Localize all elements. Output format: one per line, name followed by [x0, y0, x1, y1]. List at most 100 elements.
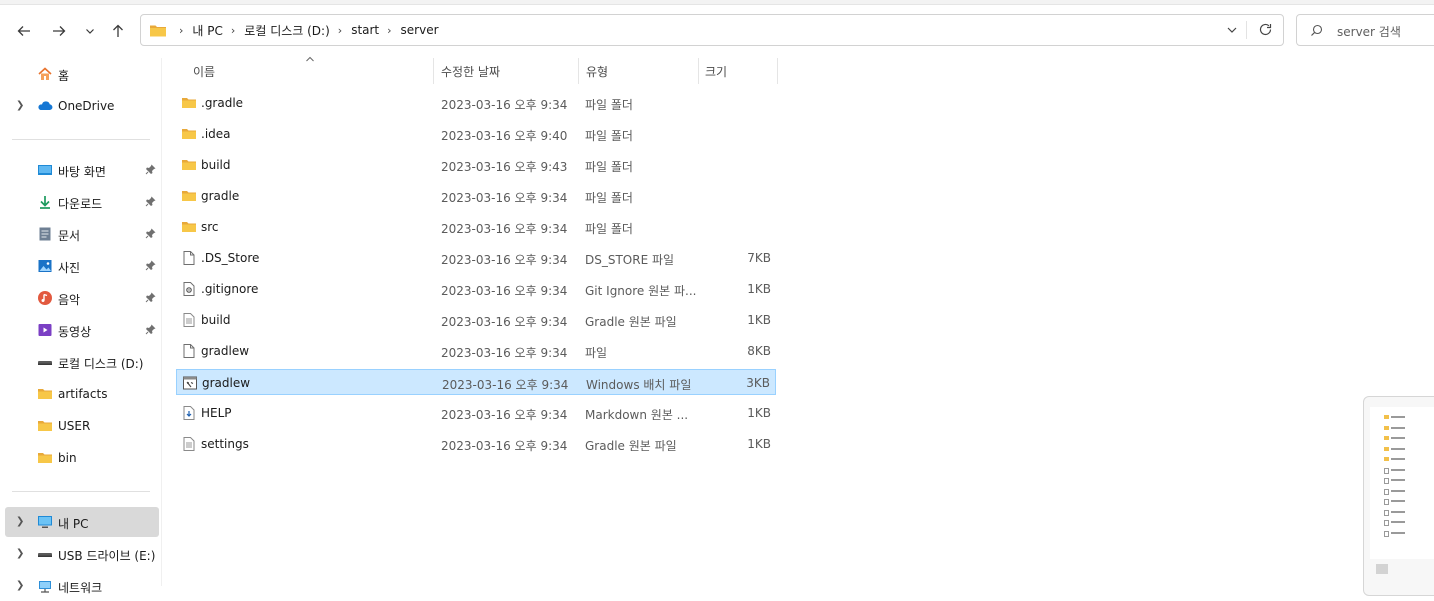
sidebar-item-user[interactable]: USER	[0, 411, 158, 441]
expand-chevron-icon[interactable]: ❯	[16, 548, 24, 559]
file-row[interactable]: HELP 2023-03-16 오후 9:34 Markdown 원본 ... 1KB	[176, 400, 776, 426]
drive-icon	[38, 361, 52, 365]
file-type: 파일 폴더	[585, 160, 633, 174]
sidebar-item-label: 문서	[58, 229, 81, 243]
sidebar-item-usb-drive[interactable]: ❯ USB 드라이브 (E:)	[0, 539, 158, 569]
file-row[interactable]: .gitignore 2023-03-16 오후 9:34 Git Ignore 원…	[176, 276, 776, 302]
sidebar-item-desktop[interactable]: 바탕 화면	[0, 155, 158, 185]
file-row[interactable]: .DS_Store 2023-03-16 오후 9:34 DS_STORE 파일 7K…	[176, 245, 776, 271]
file-name: src	[201, 220, 219, 234]
file-row[interactable]: settings 2023-03-16 오후 9:34 Gradle 원본 파일 1K…	[176, 431, 776, 457]
file-modified-date: 2023-03-16 오후 9:34	[441, 222, 568, 236]
breadcrumb-chevron-icon[interactable]: ›	[179, 24, 183, 37]
pin-icon[interactable]	[145, 259, 157, 271]
file-type: Windows 배치 파일	[586, 378, 692, 392]
column-header-date[interactable]: 수정한 날짜	[434, 58, 579, 84]
file-modified-date: 2023-03-16 오후 9:34	[441, 408, 568, 422]
thumbnail-content	[1370, 407, 1434, 574]
sidebar-item-local-disk[interactable]: 로컬 디스크 (D:)	[0, 347, 158, 377]
back-button[interactable]	[11, 18, 37, 44]
file-modified-date: 2023-03-16 오후 9:34	[441, 346, 568, 360]
thumbnail-file-icon	[1384, 467, 1389, 474]
sidebar-item-label: OneDrive	[58, 99, 115, 113]
file-row[interactable]: .idea 2023-03-16 오후 9:40 파일 폴더	[176, 121, 776, 147]
file-row[interactable]: build 2023-03-16 오후 9:34 Gradle 원본 파일 1KB	[176, 307, 776, 333]
up-button[interactable]	[105, 18, 131, 44]
sidebar-item-videos[interactable]: 동영상	[0, 315, 158, 345]
thumbnail-file-icon	[1384, 499, 1389, 505]
sidebar-item-artifacts[interactable]: artifacts	[0, 379, 158, 409]
file-type: 파일 폴더	[585, 129, 633, 143]
file-row[interactable]: gradlew 2023-03-16 오후 9:34 파일 8KB	[176, 338, 776, 364]
expand-chevron-icon[interactable]: ❯	[16, 100, 24, 111]
pin-icon[interactable]	[145, 195, 157, 207]
file-name: build	[201, 313, 231, 327]
address-bar[interactable]: › 내 PC › 로컬 디스크 (D:) › start › server	[140, 14, 1284, 46]
breadcrumb-item-start[interactable]: start	[351, 23, 379, 37]
expand-chevron-icon[interactable]: ❯	[16, 516, 24, 527]
file-row[interactable]: src 2023-03-16 오후 9:34 파일 폴더	[176, 214, 776, 240]
file-row[interactable]: .gradle 2023-03-16 오후 9:34 파일 폴더	[176, 90, 776, 116]
pin-icon[interactable]	[145, 291, 157, 303]
forward-button[interactable]	[46, 18, 72, 44]
file-modified-date: 2023-03-16 오후 9:40	[441, 129, 568, 143]
folder-icon	[182, 129, 196, 139]
file-name: .DS_Store	[201, 251, 260, 265]
sidebar-item-label: 바탕 화면	[58, 165, 106, 179]
cloud-icon	[38, 101, 53, 111]
refresh-icon[interactable]	[1258, 22, 1273, 37]
file-modified-date: 2023-03-16 오후 9:34	[441, 98, 568, 112]
column-header-type[interactable]: 유형	[579, 58, 699, 84]
column-resize-handle[interactable]	[777, 58, 778, 84]
arrow-right-icon	[53, 26, 66, 36]
file-modified-date: 2023-03-16 오후 9:34	[441, 315, 568, 329]
file-name: .idea	[201, 127, 231, 141]
file-modified-date: 2023-03-16 오후 9:34	[441, 439, 568, 453]
sidebar-item-label: 네트워크	[58, 581, 103, 595]
network-icon	[39, 581, 51, 593]
recent-locations-button[interactable]	[77, 18, 103, 44]
sidebar-item-documents[interactable]: 문서	[0, 219, 158, 249]
pane-divider	[161, 58, 162, 586]
sidebar-item-music[interactable]: 음악	[0, 283, 158, 313]
sidebar-item-network[interactable]: ❯ 네트워크	[0, 571, 158, 601]
search-input[interactable]: server 검색	[1296, 14, 1434, 46]
file-size: 3KB	[746, 376, 770, 390]
thumbnail-file-label	[1391, 447, 1405, 450]
thumbnail-file-icon	[1384, 509, 1389, 516]
breadcrumb-item-my-pc[interactable]: 내 PC	[192, 22, 222, 39]
address-history-chevron-icon[interactable]	[1225, 23, 1239, 37]
breadcrumb-item-local-disk[interactable]: 로컬 디스크 (D:)	[244, 22, 329, 39]
file-size: 8KB	[747, 344, 771, 358]
blank-file-icon	[183, 251, 195, 265]
file-row[interactable]: gradle 2023-03-16 오후 9:34 파일 폴더	[176, 183, 776, 209]
folder-icon	[38, 389, 52, 399]
sidebar-item-onedrive[interactable]: ❯ OneDrive	[0, 91, 158, 121]
file-type: 파일	[585, 346, 608, 360]
file-name: HELP	[201, 406, 232, 420]
pin-icon[interactable]	[145, 227, 157, 239]
file-row[interactable]: build 2023-03-16 오후 9:43 파일 폴더	[176, 152, 776, 178]
breadcrumb-chevron-icon[interactable]: ›	[387, 24, 391, 37]
column-header-size[interactable]: 크기	[699, 58, 778, 84]
window-thumbnail-preview[interactable]	[1363, 396, 1434, 596]
pin-icon[interactable]	[145, 323, 157, 335]
home-icon	[38, 67, 52, 80]
breadcrumb-chevron-icon[interactable]: ›	[231, 24, 235, 37]
column-header-label: 수정한 날짜	[441, 64, 501, 79]
file-modified-date: 2023-03-16 오후 9:34	[442, 378, 569, 392]
sidebar-item-my-pc[interactable]: ❯ 내 PC	[5, 507, 159, 537]
file-name: gradlew	[201, 344, 250, 358]
file-row[interactable]: gradlew 2023-03-16 오후 9:34 Windows 배치 파일 3K…	[176, 369, 776, 395]
folder-icon	[182, 222, 196, 232]
sidebar-item-downloads[interactable]: 다운로드	[0, 187, 158, 217]
blank-file-icon	[183, 344, 195, 358]
sidebar-item-bin[interactable]: bin	[0, 443, 158, 473]
folder-icon	[38, 421, 52, 431]
sidebar-item-home[interactable]: 홈	[0, 59, 158, 89]
breadcrumb-item-server[interactable]: server	[401, 23, 439, 37]
pin-icon[interactable]	[145, 163, 157, 175]
column-header-label: 크기	[705, 64, 728, 79]
breadcrumb-chevron-icon[interactable]: ›	[338, 24, 342, 37]
sidebar-item-pictures[interactable]: 사진	[0, 251, 158, 281]
